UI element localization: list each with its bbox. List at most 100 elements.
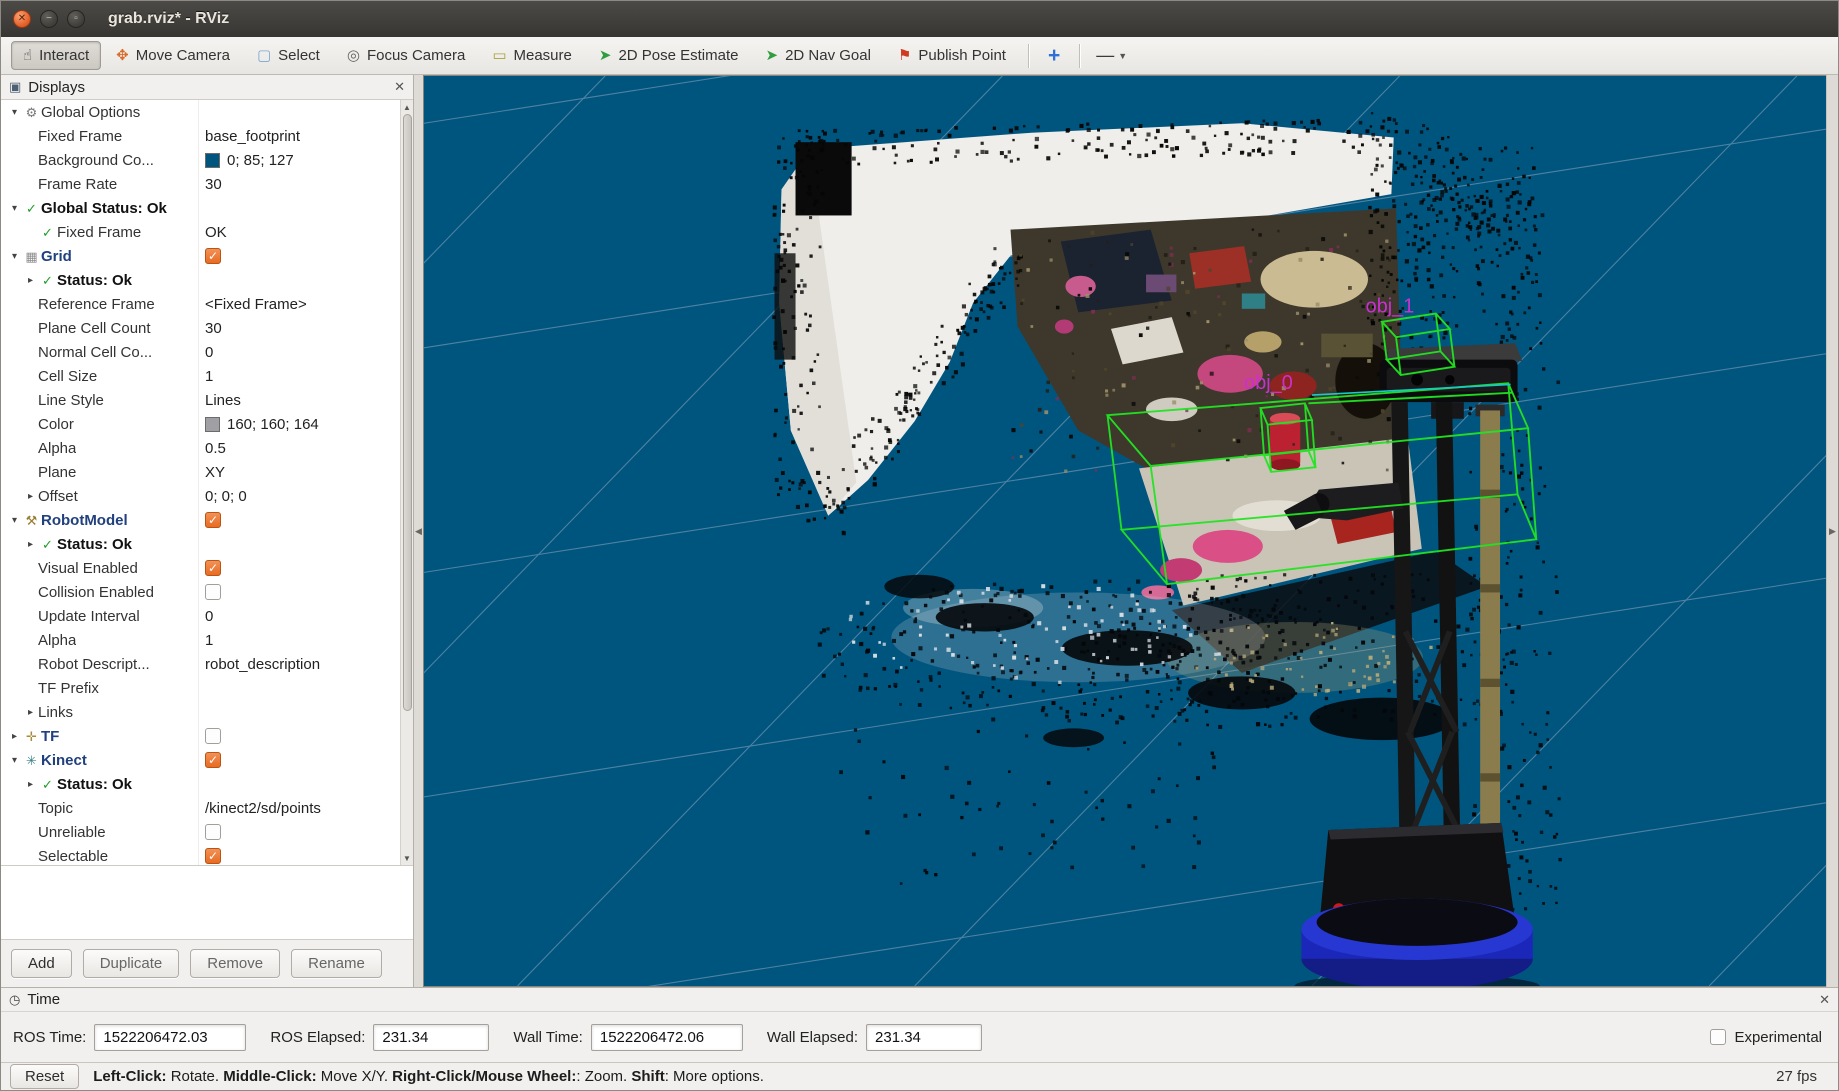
expander-closed-icon[interactable]: ▸ [23,779,38,790]
checkbox[interactable]: ✓ [205,752,221,768]
tree-row[interactable]: TF Prefix [1,676,400,700]
displays-panel-title: Displays [28,79,85,96]
title-bar[interactable]: ✕ − ▫ grab.rviz* - RViz [1,1,1838,37]
checkbox[interactable]: ✓ [205,848,221,864]
add-button[interactable]: Add [11,949,72,978]
tree-row[interactable]: Collision Enabled [1,580,400,604]
expander-closed-icon[interactable]: ▸ [7,731,22,742]
check-icon: ✓ [22,202,41,215]
tree-row[interactable]: ▾⚙Global Options [1,100,400,124]
expander-closed-icon[interactable]: ▸ [23,707,38,718]
expander-closed-icon[interactable]: ▸ [23,275,38,286]
tree-row[interactable]: Alpha0.5 [1,436,400,460]
expander-open-icon[interactable]: ▾ [7,203,22,214]
rename-button[interactable]: Rename [291,949,382,978]
panel-splitter[interactable]: ◀ [414,75,423,987]
reset-button[interactable]: Reset [10,1064,79,1089]
tree-row[interactable]: Frame Rate30 [1,172,400,196]
tool-measure[interactable]: ▭Measure [480,41,584,70]
wall-elapsed-input[interactable] [866,1024,982,1051]
ros-elapsed-input[interactable] [373,1024,489,1051]
tool-interact[interactable]: ☝Interact [11,41,101,70]
minimize-window-button[interactable]: − [40,10,58,28]
tree-row[interactable]: ▸Offset0; 0; 0 [1,484,400,508]
tool-label: Focus Camera [367,47,465,64]
time-close-button[interactable]: ✕ [1819,992,1830,1008]
expander-open-icon[interactable]: ▾ [7,251,22,262]
tree-row[interactable]: Visual Enabled✓ [1,556,400,580]
tool-publish-point[interactable]: ⚑Publish Point [886,41,1018,70]
checkbox[interactable]: ✓ [205,512,221,528]
checkbox[interactable]: ✓ [205,560,221,576]
expander-open-icon[interactable]: ▾ [7,107,22,118]
tree-row[interactable]: ▸Links [1,700,400,724]
tree-row[interactable]: ▾▦Grid✓ [1,244,400,268]
tree-row[interactable]: ✓Fixed FrameOK [1,220,400,244]
tool-2d-nav-goal[interactable]: ➤2D Nav Goal [754,41,883,70]
row-label: Offset [38,488,78,505]
right-dock-strip[interactable]: ▶ [1826,75,1838,987]
remove-button[interactable]: Remove [190,949,280,978]
expander-open-icon[interactable]: ▾ [7,755,22,766]
tool-focus-camera[interactable]: ◎Focus Camera [335,41,477,70]
3d-viewport-canvas[interactable]: obj_0 obj_1 [424,76,1826,986]
tree-row[interactable]: Cell Size1 [1,364,400,388]
displays-close-button[interactable]: ✕ [394,79,405,95]
maximize-window-button[interactable]: ▫ [67,10,85,28]
expand-right-icon[interactable]: ▶ [1829,526,1836,537]
row-name: ▸✓Status: Ok [1,536,198,553]
expander-open-icon[interactable]: ▾ [7,515,22,526]
duplicate-button[interactable]: Duplicate [83,949,180,978]
tree-row[interactable]: Robot Descript...robot_description [1,652,400,676]
ros-time-input[interactable] [94,1024,246,1051]
tree-row[interactable]: Reference Frame<Fixed Frame> [1,292,400,316]
close-window-button[interactable]: ✕ [13,10,31,28]
remove-tool-button[interactable]: —▼ [1090,45,1133,66]
wall-time-input[interactable] [591,1024,743,1051]
toolbar-separator [1079,44,1080,68]
tree-row[interactable]: Selectable✓ [1,844,400,866]
tree-row[interactable]: Line StyleLines [1,388,400,412]
tree-scrollbar[interactable]: ▲ ▼ [400,100,413,865]
tree-row[interactable]: ▾✓Global Status: Ok [1,196,400,220]
checkbox[interactable] [205,728,221,744]
tool-move-camera[interactable]: ✥Move Camera [104,41,242,70]
experimental-checkbox[interactable] [1710,1029,1726,1045]
displays-panel-header[interactable]: ▣ Displays ✕ [1,75,413,100]
row-value: base_footprint [198,124,400,148]
tree-row[interactable]: Alpha1 [1,628,400,652]
scroll-up-icon[interactable]: ▲ [403,100,411,114]
expander-closed-icon[interactable]: ▸ [23,539,38,550]
collapse-left-icon[interactable]: ◀ [415,526,422,537]
tool-select[interactable]: ▢Select [245,41,332,70]
tree-row[interactable]: Unreliable [1,820,400,844]
tree-row[interactable]: ▾✳Kinect✓ [1,748,400,772]
tree-row[interactable]: ▾⚒RobotModel✓ [1,508,400,532]
tree-row[interactable]: ▸✓Status: Ok [1,772,400,796]
tree-row[interactable]: Plane Cell Count30 [1,316,400,340]
tree-row[interactable]: Background Co...0; 85; 127 [1,148,400,172]
tree-row[interactable]: Update Interval0 [1,604,400,628]
scrollbar-thumb[interactable] [403,114,412,711]
add-tool-button[interactable]: + [1039,44,1069,68]
row-name: TF Prefix [1,680,198,697]
tree-row[interactable]: Normal Cell Co...0 [1,340,400,364]
expander-closed-icon[interactable]: ▸ [23,491,38,502]
tree-row[interactable]: ▸✛TF [1,724,400,748]
checkbox[interactable] [205,824,221,840]
tree-row[interactable]: Fixed Framebase_footprint [1,124,400,148]
3d-viewport[interactable]: obj_0 obj_1 [423,75,1826,987]
tree-row[interactable]: Topic/kinect2/sd/points [1,796,400,820]
tool-2d-pose-estimate[interactable]: ➤2D Pose Estimate [587,41,751,70]
checkbox[interactable]: ✓ [205,248,221,264]
experimental-toggle[interactable]: Experimental [1710,1029,1822,1046]
checkbox[interactable] [205,584,221,600]
row-value: robot_description [198,652,400,676]
scroll-down-icon[interactable]: ▼ [403,851,411,865]
tree-row[interactable]: ▸✓Status: Ok [1,532,400,556]
tree-row[interactable]: Color160; 160; 164 [1,412,400,436]
tree-row[interactable]: PlaneXY [1,460,400,484]
row-value: ✓ [198,556,400,580]
tree-row[interactable]: ▸✓Status: Ok [1,268,400,292]
time-panel-header[interactable]: ◷ Time ✕ [1,988,1838,1012]
